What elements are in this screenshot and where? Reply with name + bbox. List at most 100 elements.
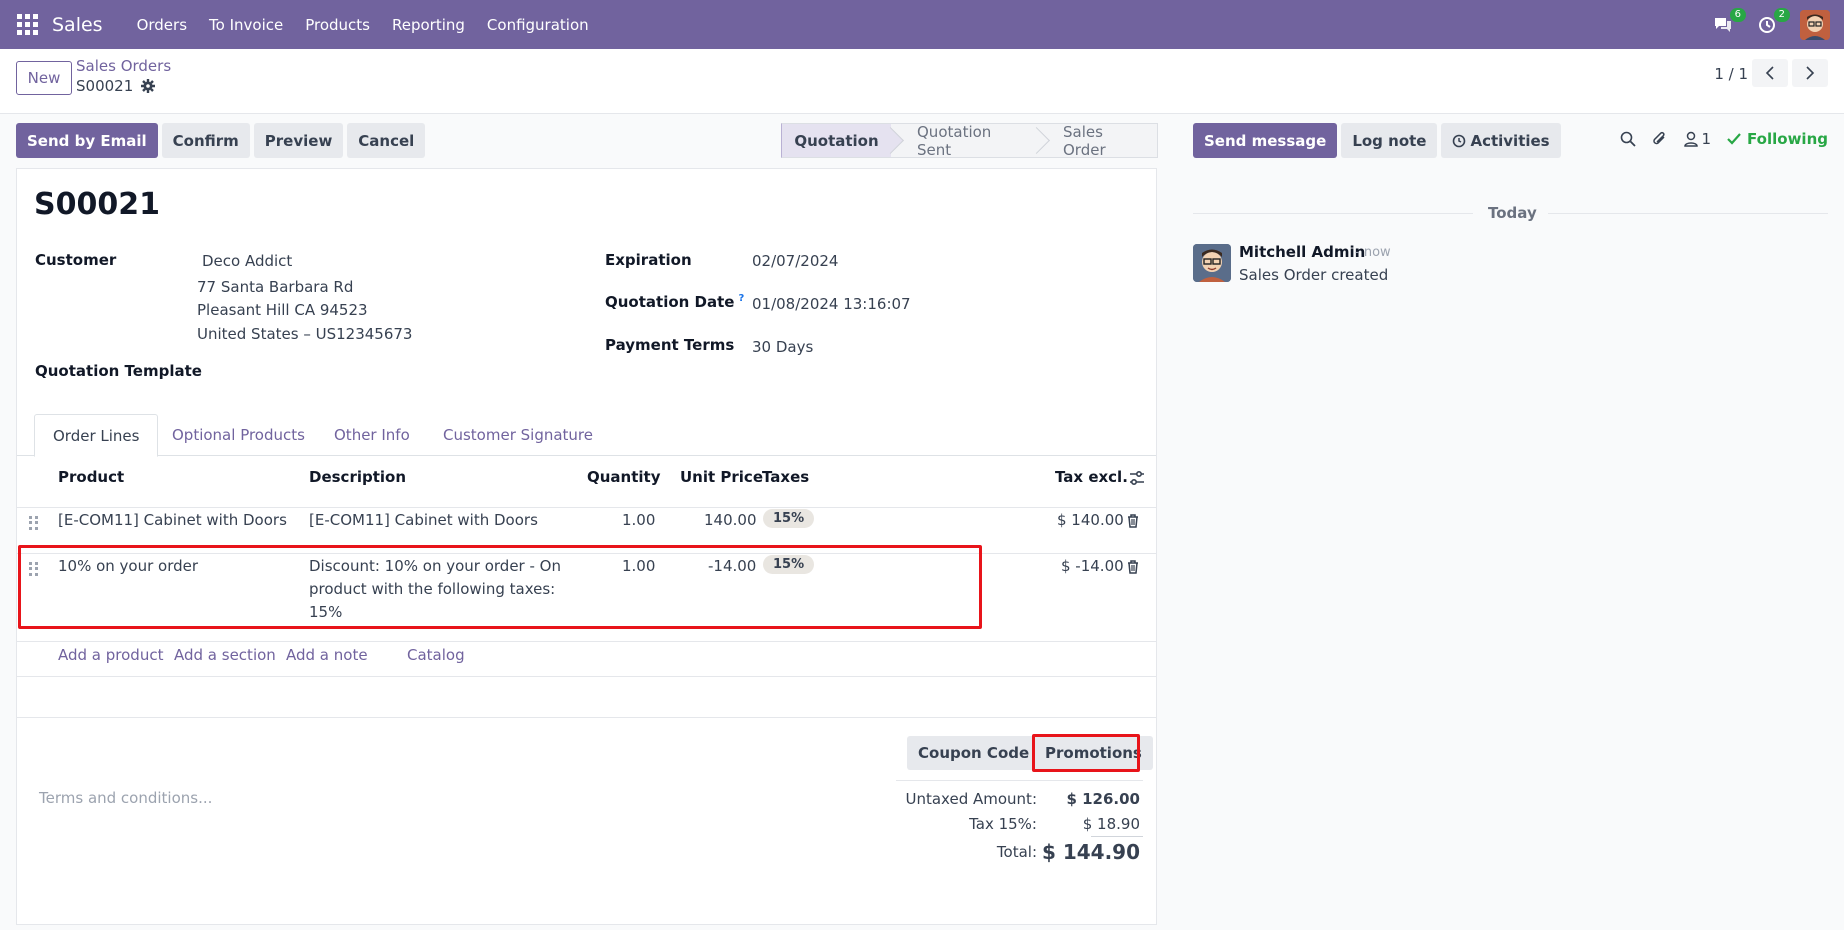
app-name[interactable]: Sales xyxy=(52,14,103,36)
divider xyxy=(17,717,1156,718)
menu-orders[interactable]: Orders xyxy=(137,16,187,34)
total-label: Total: xyxy=(996,843,1037,861)
row-quantity[interactable]: 1.00 xyxy=(622,511,655,529)
add-note-link[interactable]: Add a note xyxy=(286,646,368,664)
customer-label: Customer xyxy=(35,251,117,269)
pager-next-button[interactable] xyxy=(1792,59,1828,87)
user-avatar[interactable] xyxy=(1800,9,1830,40)
tax-tag[interactable]: 15% xyxy=(763,509,815,528)
following-label: Following xyxy=(1747,130,1828,148)
stage-quotation-label: Quotation xyxy=(794,131,879,150)
trash-icon[interactable] xyxy=(1127,514,1139,528)
trash-icon[interactable] xyxy=(1127,560,1139,574)
expiration-label: Expiration xyxy=(605,251,692,269)
status-bar: Quotation Quotation Sent Sales Order xyxy=(781,123,1158,159)
untaxed-amount-label: Untaxed Amount: xyxy=(905,790,1038,808)
chevron-left-icon xyxy=(1765,66,1774,80)
divider xyxy=(896,780,1143,781)
row-description[interactable]: [E-COM11] Cabinet with Doors xyxy=(309,511,538,529)
help-icon[interactable]: ? xyxy=(738,293,744,304)
menu-products[interactable]: Products xyxy=(305,16,370,34)
pager-value[interactable]: 1 / 1 xyxy=(1714,65,1748,83)
breadcrumb-current-label: S00021 xyxy=(76,77,134,95)
activities-button-label: Activities xyxy=(1470,131,1550,150)
message-author[interactable]: Mitchell Admin xyxy=(1239,243,1365,261)
quotation-date-field[interactable]: 01/08/2024 13:16:07 xyxy=(752,295,911,313)
new-button[interactable]: New xyxy=(16,61,72,95)
col-description[interactable]: Description xyxy=(309,468,406,486)
tax-value: $ 18.90 xyxy=(1082,815,1140,833)
tab-other-info[interactable]: Other Info xyxy=(316,414,428,456)
send-by-email-button[interactable]: Send by Email xyxy=(16,123,158,158)
promotions-button[interactable]: Promotions xyxy=(1034,736,1153,770)
expiration-field[interactable]: 02/07/2024 xyxy=(752,252,838,270)
activities-button[interactable]: Activities xyxy=(1441,123,1561,158)
tab-optional-products[interactable]: Optional Products xyxy=(154,414,323,456)
divider xyxy=(1193,213,1473,214)
terms-input[interactable]: Terms and conditions... xyxy=(39,789,212,807)
form-action-bar: Send by Email Confirm Preview Cancel xyxy=(16,123,426,158)
row-subtotal: $ -14.00 xyxy=(1061,557,1124,575)
payment-terms-label: Payment Terms xyxy=(605,336,735,354)
menu-reporting[interactable]: Reporting xyxy=(392,16,465,34)
row-unit-price[interactable]: 140.00 xyxy=(704,511,757,529)
add-product-link[interactable]: Add a product xyxy=(58,646,163,664)
menu-to-invoice[interactable]: To Invoice xyxy=(209,16,283,34)
following-button[interactable]: Following xyxy=(1727,130,1828,148)
followers-button[interactable]: 1 xyxy=(1683,130,1711,148)
chat-icon[interactable]: 6 xyxy=(1712,7,1746,36)
col-quantity[interactable]: Quantity xyxy=(587,468,661,486)
quotation-date-label: Quotation Date? xyxy=(605,293,744,311)
clock-icon[interactable]: 2 xyxy=(1756,7,1790,36)
breadcrumb-sales-orders[interactable]: Sales Orders xyxy=(76,57,171,75)
clock-icon xyxy=(1453,134,1466,147)
cancel-button[interactable]: Cancel xyxy=(347,123,426,158)
row-quantity[interactable]: 1.00 xyxy=(622,557,655,575)
col-taxes[interactable]: Taxes xyxy=(762,468,809,486)
log-note-button[interactable]: Log note xyxy=(1341,123,1438,158)
tax-tag[interactable]: 15% xyxy=(763,555,815,574)
check-icon xyxy=(1727,133,1741,145)
send-message-button[interactable]: Send message xyxy=(1193,123,1338,158)
column-settings-icon[interactable] xyxy=(1129,470,1145,486)
row-product[interactable]: 10% on your order xyxy=(58,557,198,575)
tax-label: Tax 15%: xyxy=(969,815,1037,833)
coupon-code-button[interactable]: Coupon Code xyxy=(907,736,1041,770)
stage-quotation-sent[interactable]: Quotation Sent xyxy=(891,123,1050,159)
paperclip-icon[interactable] xyxy=(1652,130,1668,148)
stage-sales-order[interactable]: Sales Order xyxy=(1037,123,1158,159)
row-description-line3[interactable]: 15% xyxy=(309,603,342,621)
divider xyxy=(17,676,1156,677)
message-time: - now xyxy=(1355,245,1391,260)
col-unit-price[interactable]: Unit Price xyxy=(680,468,763,486)
row-unit-price[interactable]: -14.00 xyxy=(708,557,756,575)
payment-terms-field[interactable]: 30 Days xyxy=(752,338,813,356)
add-section-link[interactable]: Add a section xyxy=(174,646,276,664)
row-product[interactable]: [E-COM11] Cabinet with Doors xyxy=(58,511,287,529)
control-panel: New Sales Orders S00021 1 / 1 xyxy=(0,49,1844,114)
customer-address-line3: United States – US12345673 xyxy=(197,325,413,343)
drag-handle-icon[interactable] xyxy=(29,562,41,576)
total-value: $ 144.90 xyxy=(1041,840,1140,864)
catalog-link[interactable]: Catalog xyxy=(407,646,465,664)
confirm-button[interactable]: Confirm xyxy=(161,123,250,158)
gear-icon[interactable] xyxy=(141,79,156,93)
quotation-template-label: Quotation Template xyxy=(35,362,202,380)
stage-quotation[interactable]: Quotation xyxy=(781,123,904,158)
tab-order-lines[interactable]: Order Lines xyxy=(34,414,159,457)
tab-customer-signature[interactable]: Customer Signature xyxy=(425,414,611,456)
apps-grid-icon[interactable] xyxy=(16,14,38,36)
row-description-line1[interactable]: Discount: 10% on your order - On xyxy=(309,557,561,575)
row-description-line2[interactable]: product with the following taxes: xyxy=(309,580,555,598)
date-separator-label: Today xyxy=(1488,204,1537,222)
menu-configuration[interactable]: Configuration xyxy=(487,16,589,34)
quotation-date-label-text: Quotation Date xyxy=(605,293,735,311)
col-product[interactable]: Product xyxy=(58,468,124,486)
pager-previous-button[interactable] xyxy=(1752,59,1788,87)
search-icon[interactable] xyxy=(1620,131,1636,147)
col-tax-excl[interactable]: Tax excl. xyxy=(1055,468,1128,486)
drag-handle-icon[interactable] xyxy=(29,516,41,530)
avatar[interactable] xyxy=(1193,244,1231,282)
customer-field[interactable]: Deco Addict xyxy=(202,252,292,270)
preview-button[interactable]: Preview xyxy=(253,123,344,158)
